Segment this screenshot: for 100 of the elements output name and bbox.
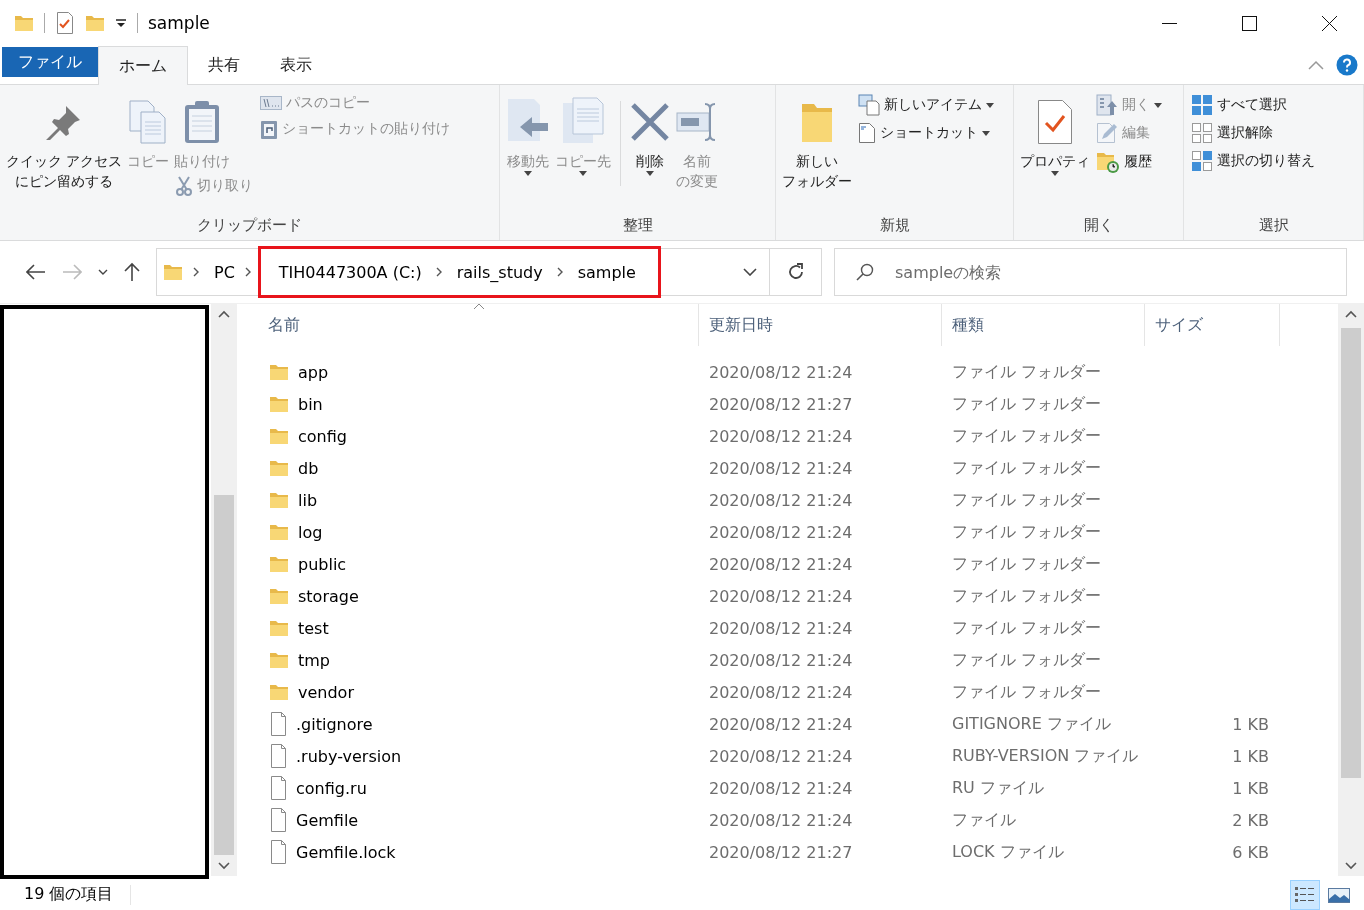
modified-date: 2020/08/12 21:24 [709, 618, 853, 638]
file-name[interactable]: vendor [298, 682, 354, 702]
column-header[interactable]: 更新日時 [699, 304, 942, 346]
refresh-button[interactable] [770, 248, 822, 296]
scrollbar[interactable] [211, 304, 237, 876]
caret-icon [523, 171, 532, 177]
chevron-icon [435, 267, 443, 277]
details-view-button[interactable] [1290, 879, 1320, 910]
collapse-ribbon-icon[interactable] [1308, 60, 1324, 70]
ribbon-tab[interactable]: ホーム [98, 46, 188, 85]
scrollbar[interactable] [1338, 304, 1364, 876]
caret-icon [98, 269, 108, 275]
ribbon-tab[interactable]: 共有 [188, 46, 260, 84]
file-name[interactable]: Gemfile.lock [296, 842, 396, 862]
file-name[interactable]: config.ru [296, 778, 367, 798]
modified-date: 2020/08/12 21:24 [709, 810, 853, 830]
close-icon [1321, 15, 1337, 31]
modified-date: 2020/08/12 21:24 [709, 426, 853, 446]
group-label: 新規 [879, 216, 910, 236]
pin-icon [46, 104, 83, 140]
help-icon[interactable] [1336, 54, 1358, 76]
modified-date: 2020/08/12 21:27 [709, 394, 853, 414]
chevron-icon [244, 267, 252, 277]
file-size: 1 KB [1232, 746, 1269, 766]
modified-date: 2020/08/12 21:24 [709, 458, 853, 478]
ribbon-button[interactable]: 新しい フォルダー [780, 91, 855, 194]
folder-icon [269, 650, 289, 670]
file-type: ファイル フォルダー [952, 553, 1102, 573]
file-name[interactable]: db [298, 458, 319, 478]
file-name[interactable]: .ruby-version [296, 746, 402, 766]
file-type: ファイル [952, 809, 1016, 829]
group-label: 整理 [622, 216, 653, 236]
ribbon-button[interactable]: プロパティ [1017, 91, 1092, 179]
ribbon-button[interactable]: 選択解除 [1188, 119, 1277, 147]
clipboard-icon [184, 100, 221, 144]
file-size: 1 KB [1232, 714, 1269, 734]
modified-date: 2020/08/12 21:24 [709, 586, 853, 606]
ribbon-button[interactable]: 履歴 [1092, 147, 1155, 177]
search-field[interactable]: sampleの検索 [834, 248, 1347, 296]
file-icon [269, 712, 287, 736]
file-type: LOCK ファイル [952, 841, 1064, 861]
file-name[interactable]: test [298, 618, 329, 638]
file-name[interactable]: lib [298, 490, 318, 510]
modified-date: 2020/08/12 21:24 [709, 650, 853, 670]
breadcrumb[interactable]: sample [573, 262, 640, 282]
ribbon-button[interactable]: 削除 [627, 91, 672, 179]
ribbon-button[interactable]: 選択の切り替え [1188, 147, 1319, 175]
file-type: ファイル フォルダー [952, 489, 1102, 509]
file-type: RUBY-VERSION ファイル [952, 745, 1139, 765]
file-name[interactable]: log [298, 522, 323, 542]
file-name[interactable]: config [298, 426, 347, 446]
group-label: 選択 [1258, 216, 1289, 236]
ribbon-button[interactable]: ショートカット [855, 119, 994, 147]
file-name[interactable]: app [298, 362, 329, 382]
folder-icon [269, 554, 289, 574]
file-size: 6 KB [1232, 842, 1269, 862]
file-type: ファイル フォルダー [952, 393, 1102, 413]
copy-icon [129, 100, 168, 144]
file-name[interactable]: Gemfile [296, 810, 359, 830]
file-icon [269, 776, 287, 800]
scroll-up-icon [218, 310, 230, 318]
file-menu-tab[interactable]: ファイル [2, 47, 98, 77]
shortcut-icon [858, 122, 877, 144]
file-type: ファイル フォルダー [952, 649, 1102, 669]
details-view-icon [1294, 884, 1316, 905]
history-icon [1095, 150, 1120, 174]
file-name[interactable]: tmp [298, 650, 330, 670]
properties-icon[interactable] [55, 12, 75, 34]
ribbon-button[interactable]: クイック アクセス にピン留めする [4, 91, 125, 194]
column-header[interactable]: 名前 [237, 304, 699, 346]
ribbon-tab[interactable]: 表示 [260, 46, 332, 84]
folder-icon [163, 262, 183, 282]
breadcrumb[interactable]: PC [210, 262, 239, 282]
ribbon-button[interactable]: すべて選択 [1188, 91, 1291, 119]
breadcrumb[interactable]: rails_study [452, 262, 547, 282]
dropdown-icon[interactable] [115, 17, 127, 29]
breadcrumb[interactable]: TIH0447300A (C:) [274, 262, 426, 282]
ribbon-button[interactable]: 新しいアイテム [855, 91, 998, 119]
forward-arrow-icon [62, 264, 82, 280]
new-item-icon [858, 94, 881, 116]
caret-icon [578, 171, 587, 177]
folder-icon [14, 13, 34, 33]
folder-icon [269, 458, 289, 478]
file-name[interactable]: public [298, 554, 347, 574]
back-arrow-icon [26, 264, 46, 280]
dropdown-icon[interactable] [743, 268, 757, 276]
file-name[interactable]: bin [298, 394, 323, 414]
folder-icon [269, 426, 289, 446]
modified-date: 2020/08/12 21:24 [709, 522, 853, 542]
file-name[interactable]: storage [298, 586, 359, 606]
file-type: ファイル フォルダー [952, 585, 1102, 605]
column-header[interactable]: 種類 [942, 304, 1145, 346]
modified-date: 2020/08/12 21:24 [709, 490, 853, 510]
file-size: 1 KB [1232, 778, 1269, 798]
scroll-down-icon [1345, 862, 1357, 870]
caret-icon [1050, 171, 1059, 177]
column-header[interactable]: サイズ [1145, 304, 1280, 346]
sort-ascending-icon [473, 303, 485, 310]
file-name[interactable]: .gitignore [296, 714, 373, 734]
address-bar[interactable]: PC TIH0447300A (C:) rails_study sample [156, 248, 770, 296]
